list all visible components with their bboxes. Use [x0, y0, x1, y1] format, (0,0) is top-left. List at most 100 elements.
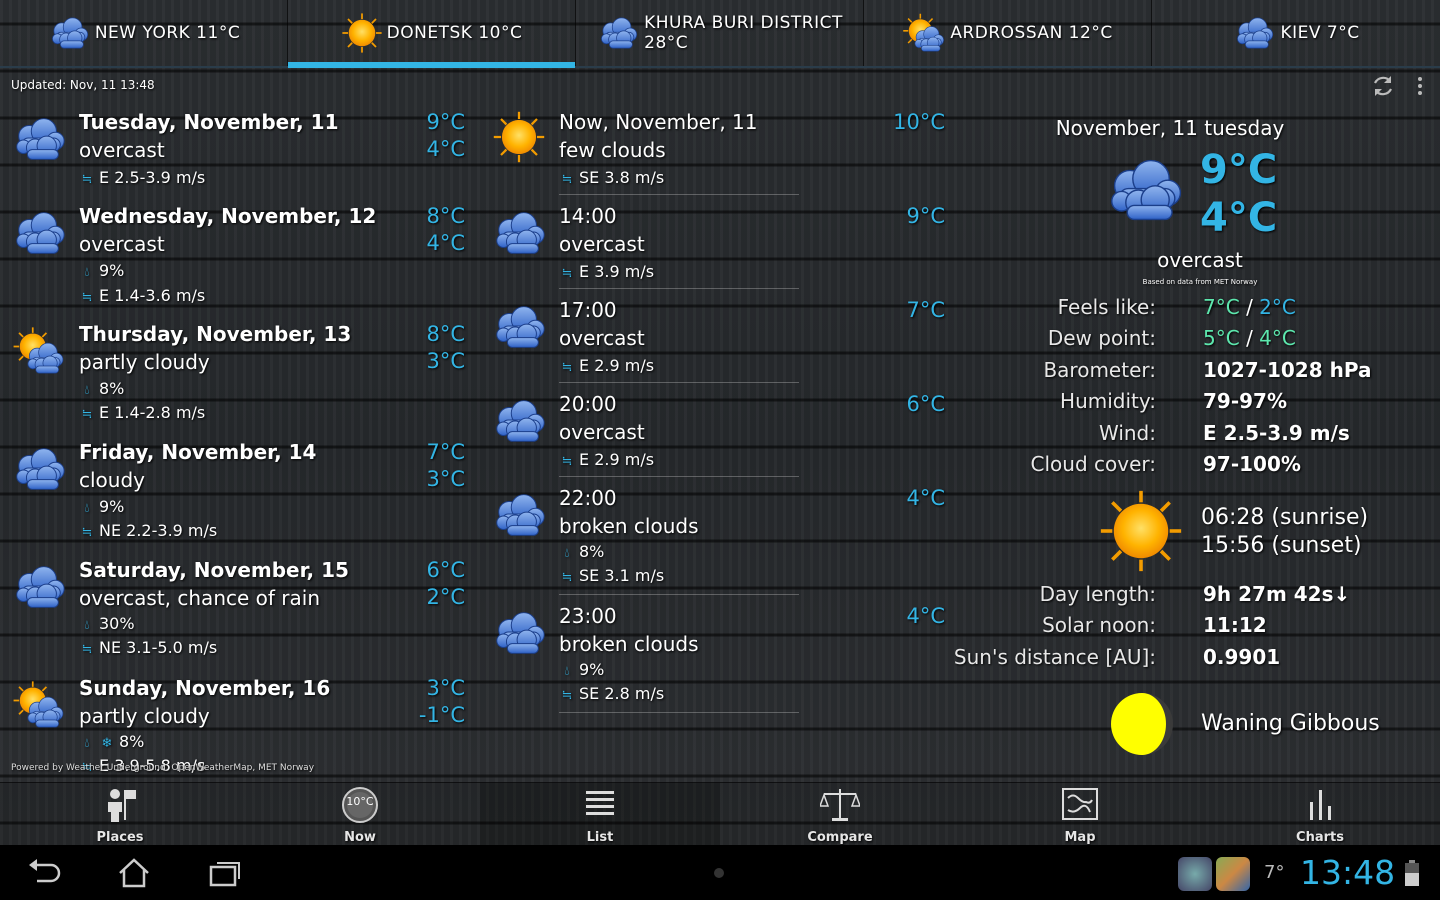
precip-line: 💧︎ 8%: [79, 379, 124, 398]
dew-point-values: 5°C / 4°C: [1203, 326, 1296, 350]
precip-value: 30%: [99, 614, 135, 633]
day-low-temp: 4°C: [426, 137, 465, 161]
day-title: Thursday, November, 13: [79, 322, 352, 346]
detail-condition: overcast: [1157, 248, 1243, 272]
wind-icon: ≒: [561, 266, 573, 281]
cloud-icon: [10, 444, 68, 494]
partly-cloudy-icon: [902, 12, 945, 52]
day-condition: partly cloudy: [79, 704, 210, 728]
wind-icon: ≒: [81, 172, 93, 187]
dew-point-high: 5°C: [1203, 326, 1240, 350]
nav-map[interactable]: Map: [960, 783, 1200, 846]
nav-label: Map: [1064, 830, 1096, 845]
hour-temp: 10°C: [893, 110, 945, 134]
cloud-cover-label: Cloud cover:: [1030, 452, 1156, 476]
daily-item[interactable]: Sunday, November, 16 partly cloudy 3°C -…: [0, 676, 480, 776]
nav-now[interactable]: 10°C Now: [240, 783, 480, 846]
hourly-item[interactable]: Now, November, 11 few clouds 10°C ≒ SE 3.…: [480, 110, 960, 194]
raindrop-icon: 💧︎: [84, 736, 90, 751]
precip-line: 💧︎ 9%: [559, 660, 604, 679]
partly-cloudy-icon: [12, 326, 64, 374]
cloud-icon: [490, 208, 548, 258]
updated-timestamp: Updated: Nov, 11 13:48: [11, 78, 155, 92]
precip-value: 8%: [119, 732, 145, 751]
hour-condition: overcast: [559, 326, 645, 350]
city-tab-label: ARDROSSAN 12°C: [950, 23, 1113, 43]
barometer-label: Barometer:: [1043, 358, 1156, 382]
wind-value: E 1.4-3.6 m/s: [99, 286, 206, 305]
city-tab-kiev[interactable]: KIEV 7°C: [1152, 0, 1440, 66]
divider: [559, 594, 799, 595]
hour-title: Now, November, 11: [559, 110, 758, 134]
day-high-temp: 9°C: [426, 110, 465, 134]
wind-value: E 3.9 m/s: [579, 262, 655, 281]
hourly-item[interactable]: 20:00 overcast 6°C ≒ E 2.9 m/s: [480, 392, 960, 476]
daily-item[interactable]: Wednesday, November, 12 overcast 8°C 4°C…: [0, 204, 480, 314]
sun-icon: [1098, 488, 1184, 574]
sunset-time: 15:56 (sunset): [1201, 533, 1362, 558]
cloud-icon: [10, 562, 68, 612]
wind-line: ≒ E 2.9 m/s: [559, 356, 655, 375]
day-low-temp: 4°C: [426, 231, 465, 255]
hourly-item[interactable]: 22:00 broken clouds 4°C 💧︎ 8% ≒ SE 3.1 m/s: [480, 486, 960, 596]
nav-charts[interactable]: Charts: [1200, 783, 1440, 846]
nav-compare[interactable]: Compare: [720, 783, 960, 846]
day-length-value: 9h 27m 42s↓: [1203, 582, 1351, 606]
nav-places[interactable]: Places: [0, 783, 240, 846]
partly-cloudy-icon: [12, 680, 64, 728]
hourly-item[interactable]: 17:00 overcast 7°C ≒ E 2.9 m/s: [480, 298, 960, 382]
day-low-temp: 3°C: [426, 467, 465, 491]
cloud-icon: [596, 15, 640, 51]
nav-label: Compare: [807, 830, 873, 845]
overflow-menu-icon[interactable]: [1410, 74, 1430, 98]
hourly-item[interactable]: 14:00 overcast 9°C ≒ E 3.9 m/s: [480, 204, 960, 288]
recent-apps-icon[interactable]: [205, 857, 245, 889]
hour-temp: 9°C: [906, 204, 945, 228]
home-icon[interactable]: [114, 857, 154, 889]
cloud-icon: [10, 208, 68, 258]
nav-label: List: [586, 830, 614, 845]
barometer-value: 1027-1028 hPa: [1203, 358, 1372, 382]
nav-list[interactable]: List: [480, 783, 720, 846]
compare-icon: [820, 789, 860, 821]
solar-noon-label: Solar noon:: [1042, 613, 1156, 637]
city-tab-new-york[interactable]: NEW YORK 11°C: [0, 0, 288, 66]
precip-line: 💧︎ 9%: [79, 497, 124, 516]
divider: [559, 382, 799, 383]
daily-item[interactable]: Thursday, November, 13 partly cloudy 8°C…: [0, 322, 480, 432]
notification-icon[interactable]: [1178, 857, 1212, 891]
dew-point-label: Dew point:: [1047, 326, 1156, 350]
wind-line: ≒ SE 2.8 m/s: [559, 684, 665, 703]
wind-icon: ≒: [561, 172, 573, 187]
city-tab-donetsk[interactable]: DONETSK 10°C: [288, 0, 576, 68]
wind-line: ≒ NE 2.2-3.9 m/s: [79, 521, 218, 540]
snowflake-icon: ❄: [101, 736, 113, 751]
daily-item[interactable]: Friday, November, 14 cloudy 7°C 3°C 💧︎ 9%…: [0, 440, 480, 550]
humidity-label: Humidity:: [1060, 389, 1156, 413]
city-tab-ardrossan[interactable]: ARDROSSAN 12°C: [864, 0, 1152, 66]
hourly-item[interactable]: 23:00 broken clouds 4°C 💧︎ 9% ≒ SE 2.8 m/s: [480, 604, 960, 714]
cloud-icon: [47, 15, 91, 51]
hour-title: 14:00: [559, 204, 617, 228]
notification-icon[interactable]: [1216, 857, 1250, 891]
daily-item[interactable]: Tuesday, November, 11 overcast 9°C 4°C ≒…: [0, 110, 480, 194]
wind-icon: ≒: [81, 407, 93, 422]
feels-like-label: Feels like:: [1057, 295, 1156, 319]
wind-line: ≒ NE 3.1-5.0 m/s: [79, 638, 218, 657]
cloud-icon: [490, 608, 548, 658]
city-tab-temp: 28°C: [644, 33, 689, 53]
raindrop-icon: 💧︎: [84, 618, 90, 633]
city-tab-label: DONETSK 10°C: [386, 23, 523, 43]
hour-title: 23:00: [559, 604, 617, 628]
day-high-temp: 8°C: [426, 322, 465, 346]
raindrop-icon: 💧︎: [564, 546, 570, 561]
attribution: Powered by Weather Underground, OpenWeat…: [11, 763, 315, 773]
city-tab-khura-buri[interactable]: KHURA BURI DISTRICT 28°C: [576, 0, 864, 66]
daily-item[interactable]: Saturday, November, 15 overcast, chance …: [0, 558, 480, 668]
dew-point-low: 4°C: [1259, 326, 1296, 350]
refresh-icon[interactable]: [1370, 73, 1396, 99]
precip-value: 9%: [99, 497, 125, 516]
back-icon[interactable]: [25, 857, 65, 889]
cloud-icon: [1100, 155, 1188, 225]
hour-temp: 4°C: [906, 604, 945, 628]
